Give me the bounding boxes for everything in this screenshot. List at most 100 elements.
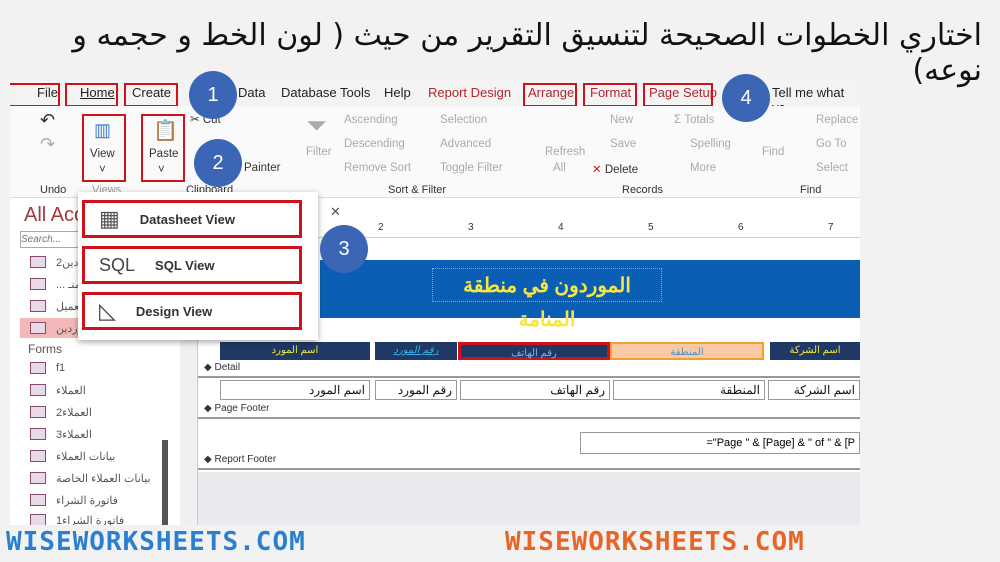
nav-form[interactable]: فاتورة الشراء: [30, 490, 160, 510]
nav-item-label: فاتورة الشراء: [56, 494, 119, 507]
header-label-selected[interactable]: المنطقة: [610, 342, 764, 360]
find-button[interactable]: Find: [762, 146, 784, 158]
option-label: Datasheet View: [139, 211, 235, 227]
datasheet-icon: ▦: [99, 206, 120, 231]
view-icon: ▥: [94, 120, 112, 140]
replace-button[interactable]: Replace: [816, 114, 858, 126]
nav-form[interactable]: العملاء3: [30, 424, 160, 444]
paste-button[interactable]: 📋 Paste ˅: [141, 114, 185, 182]
step-badge-2: 2: [194, 139, 242, 187]
tab-database-tools[interactable]: Database Tools: [281, 85, 370, 100]
form-icon: [30, 494, 46, 506]
design-canvas-empty: [198, 472, 860, 525]
save-record-button[interactable]: Save: [610, 138, 636, 150]
header-label[interactable]: اسم المورد: [220, 342, 370, 360]
report-icon: [30, 256, 46, 268]
report-footer-band[interactable]: ◆ Report Footer: [198, 454, 860, 470]
nav-item-label: العملاء2: [56, 406, 92, 419]
tab-data[interactable]: Data: [238, 85, 265, 100]
header-label[interactable]: اسم الشركة: [770, 342, 860, 360]
header-label-selected[interactable]: رقم الهاتف: [458, 342, 610, 360]
nav-item-label: العملاء3: [56, 428, 92, 441]
selection-button[interactable]: Selection: [440, 114, 487, 126]
form-icon: [30, 384, 46, 396]
view-button[interactable]: ▥ View ˅: [82, 114, 126, 182]
new-record-button[interactable]: New: [610, 114, 633, 126]
totals-button[interactable]: Σ Totals: [674, 114, 714, 126]
report-icon: [30, 322, 46, 334]
group-undo-label: Undo: [40, 184, 67, 196]
close-tab-icon[interactable]: ✕: [330, 204, 341, 220]
delete-label: Delete: [604, 164, 639, 176]
step-badge-4: 4: [722, 74, 770, 122]
chevron-down-icon: ˅: [99, 164, 106, 176]
design-view-option[interactable]: ◺ Design View: [82, 292, 302, 330]
undo-icon[interactable]: ↶: [40, 110, 55, 131]
goto-button[interactable]: Go To: [816, 138, 846, 150]
more-button[interactable]: More: [690, 162, 716, 174]
highlight-page-setup: [643, 83, 713, 107]
delete-icon: ✕: [592, 164, 602, 176]
sql-view-option[interactable]: SQL SQL View: [82, 246, 302, 284]
field-textbox[interactable]: اسم الشركة: [768, 380, 860, 400]
detail-band[interactable]: ◆ Detail: [198, 362, 860, 378]
report-icon: [30, 278, 46, 290]
totals-label: Totals: [684, 114, 715, 126]
ruler-tick: 4: [558, 222, 564, 233]
refresh-all-label: All: [553, 162, 566, 174]
ascending-button[interactable]: Ascending: [344, 114, 398, 126]
nav-form[interactable]: بيانات العملاء الخاصة: [30, 468, 160, 488]
field-textbox[interactable]: المنطقة: [613, 380, 765, 400]
tab-help[interactable]: Help: [384, 85, 411, 100]
tab-report-design[interactable]: Report Design: [428, 85, 511, 100]
nav-search-input[interactable]: [20, 231, 80, 248]
group-records-label: Records: [622, 184, 663, 196]
delete-button[interactable]: ✕ Delete: [592, 162, 638, 176]
forms-header[interactable]: Forms: [28, 342, 62, 356]
highlight-file: [10, 83, 60, 107]
remove-sort-button[interactable]: Remove Sort: [344, 162, 411, 174]
detail-label: Detail: [214, 362, 241, 373]
page-number-textbox[interactable]: ="Page " & [Page] & " of " & [P: [580, 432, 860, 454]
field-textbox[interactable]: رقم الهاتف: [460, 380, 610, 400]
report-title[interactable]: الموردون في منطقة المنامة: [432, 268, 662, 331]
field-textbox[interactable]: اسم المورد: [220, 380, 370, 400]
nav-item-label: بيانات العملاء الخاصة: [56, 472, 151, 485]
question-title: اختاري الخطوات الصحيحة لتنسيق التقرير من…: [72, 18, 982, 88]
filter-icon[interactable]: ⏷: [306, 110, 327, 142]
report-icon: [30, 300, 46, 312]
group-sort-filter-label: Sort & Filter: [388, 184, 447, 196]
refresh-button[interactable]: Refresh: [545, 146, 585, 158]
option-label: SQL View: [155, 257, 215, 273]
nav-item-label: بيانات العملاء: [56, 450, 116, 463]
field-textbox[interactable]: رقم المورد: [375, 380, 457, 400]
view-dropdown-menu: ▦ Datasheet View SQL SQL View ◺ Design View: [78, 192, 318, 340]
nav-form[interactable]: فاتورة الشراء1: [30, 510, 160, 525]
select-button[interactable]: Select: [816, 162, 848, 174]
nav-form[interactable]: f1: [30, 358, 160, 378]
nav-scrollbar[interactable]: [162, 440, 168, 525]
highlight-home: [65, 83, 118, 107]
filter-button[interactable]: Filter: [306, 146, 332, 158]
nav-form[interactable]: العملاء2: [30, 402, 160, 422]
nav-form[interactable]: العملاء: [30, 380, 160, 400]
header-label[interactable]: رقم المورد: [375, 342, 457, 360]
page-footer-band[interactable]: ◆ Page Footer: [198, 403, 860, 419]
redo-icon[interactable]: ↷: [40, 134, 55, 155]
format-painter-button[interactable]: Painter: [244, 162, 280, 174]
toggle-filter-button[interactable]: Toggle Filter: [440, 162, 503, 174]
spelling-button[interactable]: Spelling: [690, 138, 731, 150]
form-icon: [30, 514, 46, 525]
form-icon: [30, 362, 46, 374]
advanced-button[interactable]: Advanced: [440, 138, 491, 150]
page-footer-label: Page Footer: [214, 403, 270, 414]
form-icon: [30, 472, 46, 484]
nav-item-label: العملاء: [56, 384, 86, 397]
datasheet-view-option[interactable]: ▦ Datasheet View: [82, 200, 302, 238]
watermark-logo: WISEWORKSHEETS.COM: [6, 527, 306, 557]
form-icon: [30, 450, 46, 462]
nav-form[interactable]: بيانات العملاء: [30, 446, 160, 466]
descending-button[interactable]: Descending: [344, 138, 405, 150]
form-icon: [30, 406, 46, 418]
nav-item-label: f1: [56, 362, 66, 374]
